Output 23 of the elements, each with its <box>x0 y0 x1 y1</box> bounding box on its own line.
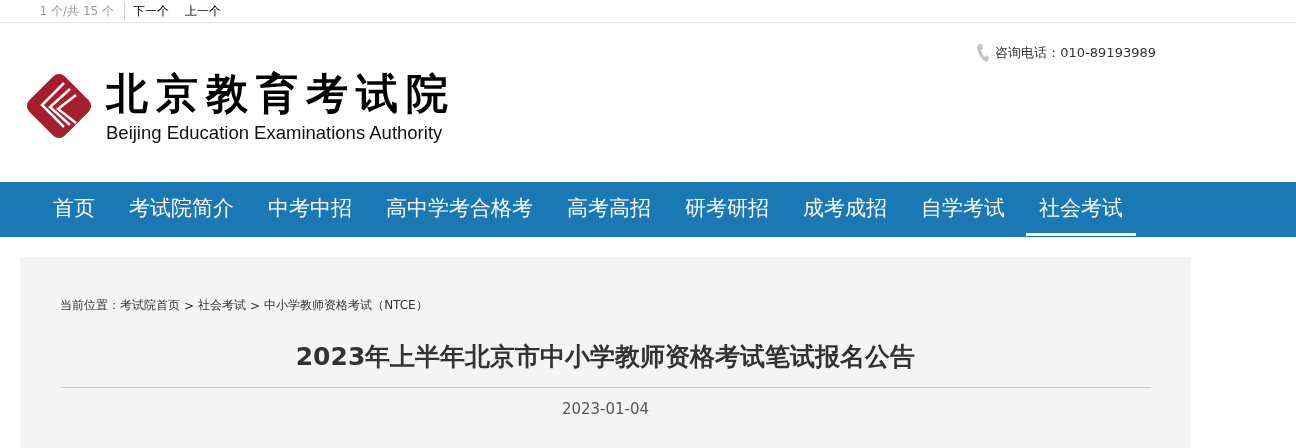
breadcrumb-separator: > <box>184 298 195 313</box>
nav-item[interactable]: 中考中招 <box>255 183 365 236</box>
breadcrumb-link[interactable]: 考试院首页 <box>120 297 180 314</box>
article-title: 2023年上半年北京市中小学教师资格考试笔试报名公告 <box>294 341 917 373</box>
nav-item[interactable]: 社会考试 <box>1026 183 1136 236</box>
article-date: 2023-01-04 <box>560 400 651 418</box>
breadcrumb-label: 当前位置： <box>60 297 120 314</box>
find-link[interactable]: 上一个 <box>185 2 221 20</box>
nav-item[interactable]: 自学考试 <box>908 183 1018 236</box>
nav-item[interactable]: 考试院简介 <box>116 183 247 236</box>
breadcrumb-link[interactable]: 社会考试 <box>198 297 247 314</box>
phone-number: 咨询电话：010-89193989 <box>995 44 1156 62</box>
breadcrumb-separator: > <box>250 298 261 313</box>
phone-icon <box>976 43 991 63</box>
find-link[interactable]: 下一个 <box>133 2 169 20</box>
nav-item[interactable]: 成考成招 <box>790 183 900 236</box>
nav-item[interactable]: 研考研招 <box>672 183 782 236</box>
nav-item[interactable]: 首页 <box>40 183 108 236</box>
breadcrumb-link[interactable]: 中小学教师资格考试（NTCE） <box>264 297 428 314</box>
site-subtitle: Beijing Education Examinations Authority <box>106 121 444 145</box>
site-title: 北京教育考试院 <box>106 68 456 120</box>
nav-item[interactable]: 高考高招 <box>554 183 664 236</box>
nav-item[interactable]: 高中学考合格考 <box>373 183 546 236</box>
